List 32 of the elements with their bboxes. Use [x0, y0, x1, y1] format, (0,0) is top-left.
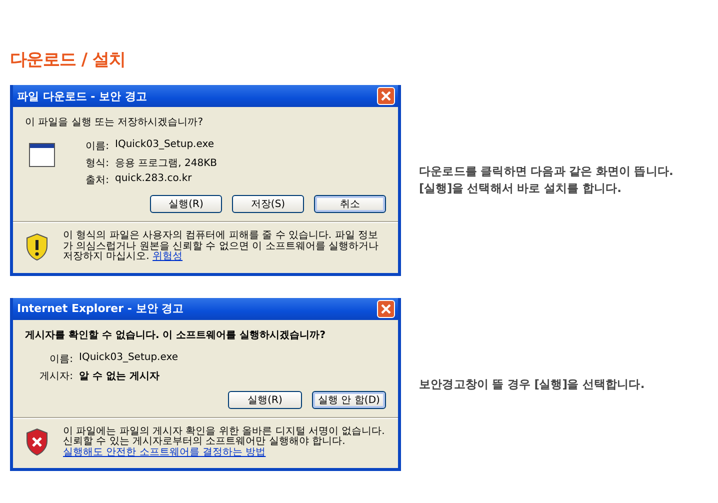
warning-text: 이 형식의 파일은 사용자의 컴퓨터에 피해를 줄 수 있습니다. 파일 정보가 의심스럽거나 원본을 신뢰할 수 없으면 이 소프트웨어를 실행하거나 저장하지 마십시오. 위험성 [63, 231, 380, 262]
dialog-button[interactable]: 실행(R) [150, 195, 222, 213]
dialog-button[interactable]: 실행(R) [228, 390, 302, 408]
field-label: 이름: [84, 140, 109, 153]
dialog-button[interactable]: 실행 안 함(D) [312, 390, 386, 408]
help-link[interactable]: 위험성 [152, 251, 183, 262]
instruction-text: 보안경고창이 뜰 경우 [실행]을 선택합니다. [419, 376, 644, 392]
field-value: quick.283.co.kr [115, 173, 192, 186]
section-heading: 다운로드 / 설치 [10, 49, 127, 71]
window-title: Internet Explorer - 보안 경고 [17, 301, 184, 316]
question-text: 게시자를 확인할 수 없습니다. 이 소프트웨어를 실행하시겠습니까? [25, 328, 326, 342]
field-value: 알 수 없는 게시자 [79, 370, 160, 382]
instruction-text: [실행]을 선택해서 바로 설치를 합니다. [419, 181, 622, 196]
field-label: 형식: [84, 157, 109, 170]
field-value: IQuick03_Setup.exe [115, 139, 214, 152]
close-icon [380, 90, 392, 102]
warning-text: 이 파일에는 파일의 게시자 확인을 위한 올바른 디지털 서명이 없습니다. 신뢰할 수 있는 게시자로부터의 소프트웨어만 실행해야 합니다. 실행해도 안전한 소프트웨어를 결정하는 방법 [63, 426, 386, 458]
field-label: 이름: [48, 352, 73, 366]
field-label: 게시자: [39, 370, 73, 382]
question-text: 이 파일을 실행 또는 저장하시겠습니까? [25, 116, 204, 129]
field-value: IQuick03_Setup.exe [79, 352, 178, 364]
field-label: 출처: [84, 174, 109, 187]
close-button[interactable] [377, 87, 395, 105]
close-icon [380, 302, 392, 314]
window-title: 파일 다운로드 - 보안 경고 [17, 88, 147, 104]
dialog-button[interactable]: 저장(S) [232, 195, 304, 213]
instruction-text: 다운로드를 클릭하면 다음과 같은 화면이 뜹니다. [419, 164, 673, 180]
close-button[interactable] [377, 300, 395, 318]
dialog-button[interactable]: 취소 [314, 195, 386, 213]
field-value: 응용 프로그램, 248KB [115, 157, 218, 170]
window-file-icon [29, 143, 55, 167]
help-link[interactable]: 실행해도 안전한 소프트웨어를 결정하는 방법 [63, 446, 266, 458]
